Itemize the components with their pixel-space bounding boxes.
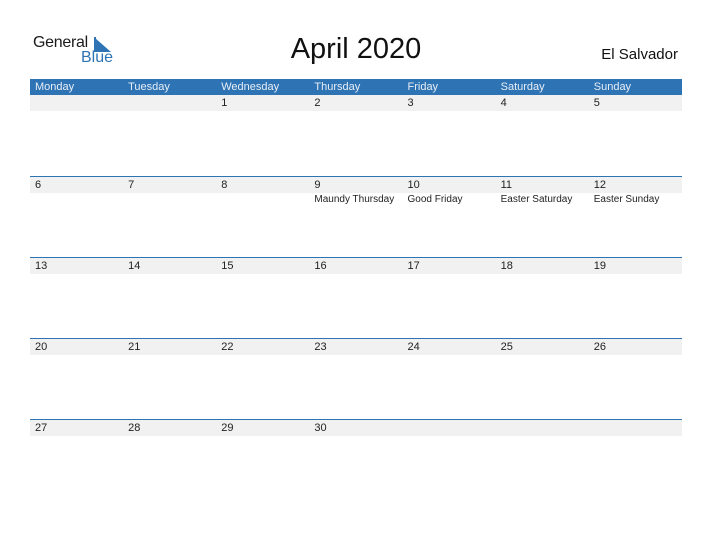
day-number: 12 — [593, 179, 606, 191]
day-number: 6 — [35, 179, 42, 191]
day-number: 5 — [593, 97, 600, 109]
holiday-label — [216, 193, 309, 207]
weekday-header: Monday Tuesday Wednesday Thursday Friday… — [30, 79, 682, 95]
week-row: 27 28 29 30 — [30, 419, 682, 500]
day-number: 25 — [500, 341, 513, 353]
day-number: 26 — [593, 341, 606, 353]
weekday-friday: Friday — [407, 81, 439, 93]
weekday-thursday: Thursday — [314, 81, 361, 93]
week-row: 6 7 8 9 10 11 12 Maundy Thursday Good Friday East… — [30, 176, 682, 257]
day-number: 14 — [128, 260, 141, 272]
day-number: 27 — [35, 422, 48, 434]
calendar-grid: Monday Tuesday Wednesday Thursday Friday… — [30, 79, 682, 500]
week-row: 1 2 3 4 5 — [30, 95, 682, 176]
day-number: 20 — [35, 341, 48, 353]
day-number — [30, 95, 123, 111]
day-number — [496, 420, 589, 436]
weekday-wednesday: Wednesday — [221, 81, 280, 93]
day-number: 16 — [314, 260, 327, 272]
holiday-label — [30, 193, 123, 207]
day-number — [123, 95, 216, 111]
week-row: 13 14 15 16 17 18 19 — [30, 257, 682, 338]
day-number: 8 — [221, 179, 228, 191]
day-number-row: 1 2 3 4 5 — [30, 95, 682, 111]
weekday-monday: Monday — [35, 81, 75, 93]
holiday-label — [123, 193, 216, 207]
day-number: 24 — [407, 341, 420, 353]
day-number: 3 — [407, 97, 414, 109]
day-number: 15 — [221, 260, 234, 272]
country-label: El Salvador — [601, 46, 678, 63]
day-number: 7 — [128, 179, 135, 191]
holiday-label: Easter Sunday — [593, 194, 660, 205]
holiday-label: Easter Saturday — [500, 194, 573, 205]
week-row: 20 21 22 23 24 25 26 — [30, 338, 682, 419]
day-number-row: 20 21 22 23 24 25 26 — [30, 339, 682, 355]
day-number: 9 — [314, 179, 321, 191]
holiday-label: Maundy Thursday — [314, 194, 395, 205]
day-number — [403, 420, 496, 436]
day-number-row: 6 7 8 9 10 11 12 — [30, 177, 682, 193]
day-number: 2 — [314, 97, 321, 109]
day-number: 28 — [128, 422, 141, 434]
day-number-row: 27 28 29 30 — [30, 420, 682, 436]
day-number: 11 — [500, 179, 513, 191]
day-number: 30 — [314, 422, 327, 434]
weekday-sunday: Sunday — [593, 81, 632, 93]
weekday-tuesday: Tuesday — [128, 81, 170, 93]
day-number: 23 — [314, 341, 327, 353]
day-number: 13 — [35, 260, 48, 272]
day-number: 21 — [128, 341, 141, 353]
day-number: 18 — [500, 260, 513, 272]
weekday-saturday: Saturday — [500, 81, 545, 93]
day-number: 29 — [221, 422, 234, 434]
day-number: 17 — [407, 260, 420, 272]
holiday-label: Good Friday — [407, 194, 463, 205]
day-number-row: 13 14 15 16 17 18 19 — [30, 258, 682, 274]
day-number: 4 — [500, 97, 507, 109]
day-number: 1 — [221, 97, 228, 109]
day-number — [589, 420, 682, 436]
event-row: Maundy Thursday Good Friday Easter Saturda… — [30, 193, 682, 207]
day-number: 10 — [407, 179, 420, 191]
day-number: 19 — [593, 260, 606, 272]
day-number: 22 — [221, 341, 234, 353]
